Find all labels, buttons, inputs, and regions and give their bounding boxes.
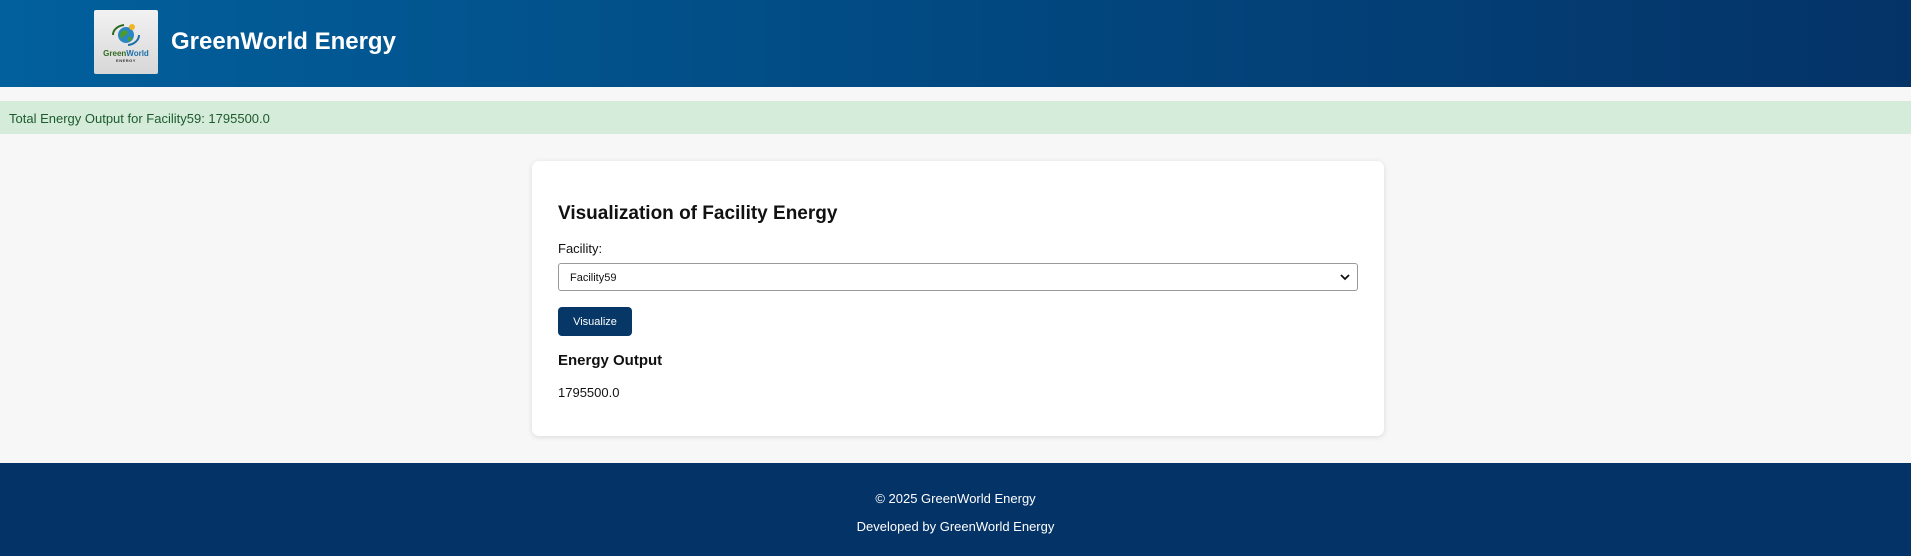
brand-logo[interactable]: GreenWorld ENERGY (94, 10, 158, 74)
site-title: GreenWorld Energy (171, 28, 396, 55)
facility-select[interactable]: Facility59 (558, 263, 1358, 291)
facility-label: Facility: (558, 241, 603, 256)
footer-copyright: © 2025 GreenWorld Energy (875, 491, 1036, 506)
logo-wordmark: GreenWorld (103, 48, 149, 58)
card-title: Visualization of Facility Energy (558, 203, 838, 224)
visualization-card: Visualization of Facility Energy Facilit… (532, 161, 1384, 436)
globe-with-arrows-icon (111, 23, 141, 46)
logo-subtext: ENERGY (116, 57, 136, 63)
success-alert: Total Energy Output for Facility59: 1795… (0, 101, 1911, 134)
site-footer: © 2025 GreenWorld Energy Developed by Gr… (0, 463, 1911, 556)
energy-output-value: 1795500.0 (558, 385, 620, 400)
footer-developer: Developed by GreenWorld Energy (856, 519, 1055, 534)
facility-selected-value: Facility59 (570, 272, 617, 284)
visualize-button[interactable]: Visualize (558, 307, 632, 336)
energy-output-heading: Energy Output (558, 352, 663, 369)
site-header: GreenWorld ENERGY GreenWorld Energy (0, 0, 1911, 87)
chevron-down-icon (1340, 274, 1350, 281)
